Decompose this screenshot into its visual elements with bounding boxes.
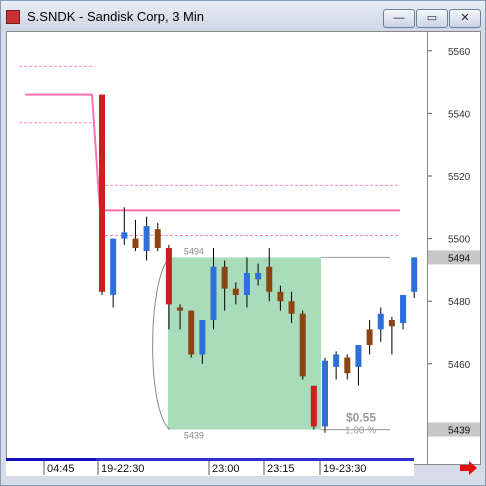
measure-bottom-label: 5439 xyxy=(184,431,204,441)
candle-body xyxy=(277,291,284,302)
candle-body xyxy=(355,345,362,367)
measure-percent-label: 1.00 % xyxy=(345,426,376,437)
time-tick-label: 19-23:30 xyxy=(323,463,366,475)
time-tick-label: 23:15 xyxy=(267,463,295,475)
candle-body xyxy=(288,301,295,314)
candle-body xyxy=(210,266,217,320)
candle-body xyxy=(366,329,373,346)
candle-body xyxy=(232,288,239,295)
candle-body xyxy=(199,320,206,355)
time-tick-label: 19-22:30 xyxy=(101,463,144,475)
candle-body xyxy=(121,232,128,239)
candle-body xyxy=(344,357,351,374)
price-tick-label: 5540 xyxy=(448,109,471,120)
price-axis[interactable]: 5560 5540 5520 5500 5480 5460 5494 5439 xyxy=(427,31,481,465)
candle-body xyxy=(411,257,418,292)
minimize-button[interactable]: — xyxy=(383,9,415,28)
time-scroll-bar xyxy=(96,458,414,461)
low-price-label: 5439 xyxy=(448,426,471,437)
candle-body xyxy=(143,226,150,252)
price-axis-svg: 5560 5540 5520 5500 5480 5460 5494 5439 xyxy=(428,47,480,437)
candle-body xyxy=(110,238,117,295)
price-tick-label: 5560 xyxy=(448,47,471,58)
price-tick-label: 5480 xyxy=(448,297,471,308)
candle-body xyxy=(400,294,407,324)
candle-body xyxy=(154,229,161,248)
candle-body xyxy=(310,385,317,427)
measure-top-label: 5494 xyxy=(184,246,204,256)
close-button[interactable]: ✕ xyxy=(449,9,481,28)
price-tick-label: 5500 xyxy=(448,235,471,246)
candle-body xyxy=(243,273,250,295)
price-tick-label: 5520 xyxy=(448,172,471,183)
candle-body xyxy=(266,266,273,292)
candle-body xyxy=(333,354,340,367)
candle-body xyxy=(177,307,184,311)
measure-change-label: $0.55 xyxy=(346,411,376,425)
chart-plot-area[interactable]: 5494 5439 $0.55 1.00 % xyxy=(6,31,428,465)
app-icon xyxy=(6,10,20,24)
candle-body xyxy=(322,360,328,427)
time-axis[interactable]: 04:45 19-22:30 23:00 23:15 19-23:30 xyxy=(6,458,414,476)
time-tick-label: 04:45 xyxy=(47,463,75,475)
candle-body xyxy=(255,273,262,280)
price-tick-label: 5460 xyxy=(448,360,471,371)
candlestick-chart[interactable]: 5494 5439 $0.551.00 % xyxy=(7,32,427,464)
candle-body xyxy=(188,310,195,355)
candle-body xyxy=(165,248,172,305)
candle-body xyxy=(388,320,395,327)
maximize-button[interactable]: ▭ xyxy=(416,9,448,28)
scroll-right-arrow-icon[interactable] xyxy=(458,460,478,476)
ref-line-solid xyxy=(25,93,400,212)
time-tick-label: 23:00 xyxy=(212,463,240,475)
time-scroll-bar xyxy=(6,458,96,461)
candle-body xyxy=(99,94,105,292)
time-axis-svg: 04:45 19-22:30 23:00 23:15 19-23:30 xyxy=(6,458,414,475)
candle-body xyxy=(377,313,384,330)
title-bar[interactable]: S.SNDK - Sandisk Corp, 3 Min — ▭ ✕ xyxy=(1,1,485,31)
candle-body xyxy=(132,238,139,248)
last-price-label: 5494 xyxy=(448,253,471,264)
window-title: S.SNDK - Sandisk Corp, 3 Min xyxy=(27,9,205,24)
candle-body xyxy=(299,313,306,377)
candle-body xyxy=(221,266,228,289)
